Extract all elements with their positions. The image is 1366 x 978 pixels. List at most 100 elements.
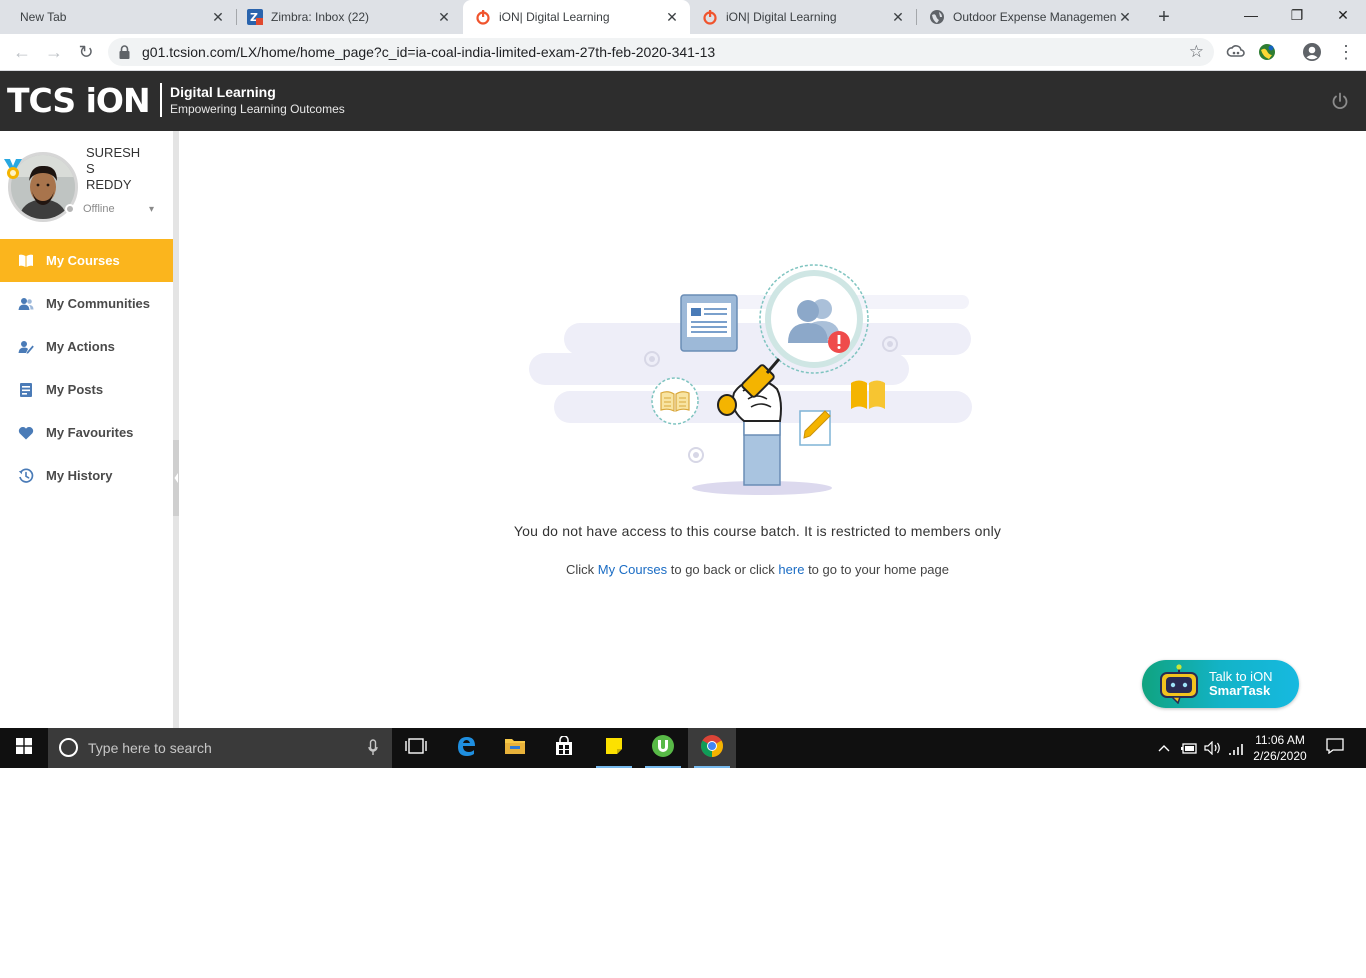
window-maximize-button[interactable]: ❐ [1274,0,1320,30]
navigation-hint: Click My Courses to go back or click her… [179,562,1336,577]
tab-title: Outdoor Expense Managemen [953,10,1117,24]
user-name-line: SURESH [86,145,141,160]
book-icon [18,253,34,269]
tcs-ion-logo[interactable]: TCS iON [7,81,151,121]
browser-tab-strip: New Tab ✕ Z Zimbra: Inbox (22) ✕ iON| Di… [0,0,1366,34]
taskbar-clock[interactable]: 11:06 AM 2/26/2020 [1248,732,1312,764]
restricted-message: You do not have access to this course ba… [513,523,1002,539]
clock-time: 11:06 AM [1255,733,1305,747]
home-page-link[interactable]: here [778,562,804,577]
power-logout-icon[interactable] [1330,91,1350,111]
presence-status-dot [65,204,75,214]
hint-text: to go back or click [667,562,779,577]
status-dropdown-icon[interactable]: ▾ [149,204,154,215]
user-name-line: REDDY [86,177,132,192]
chatbot-label-line1: Talk to iON [1209,669,1273,684]
address-bar[interactable]: g01.tcsion.com/LX/home/home_page?c_id=ia… [108,38,1214,66]
ion-power-icon [702,9,718,25]
sidebar-item-my-favourites[interactable]: My Favourites [0,411,173,454]
window-close-button[interactable]: ✕ [1320,0,1366,30]
zimbra-icon: Z [247,9,263,25]
chatbot-label-line2: SmarTask [1209,683,1271,698]
taskbar-utorrent[interactable] [639,728,687,768]
window-minimize-button[interactable]: — [1228,0,1274,30]
tab-close-icon[interactable]: ✕ [1117,9,1133,25]
taskbar-chrome[interactable] [688,728,736,768]
sidebar-item-my-communities[interactable]: My Communities [0,282,173,325]
globe-icon [929,9,945,25]
profile-avatar-icon[interactable] [1302,42,1322,62]
posts-icon [18,382,34,398]
tab-close-icon[interactable]: ✕ [890,9,906,25]
sticky-notes-icon [604,736,624,761]
utorrent-icon [651,734,675,763]
volume-icon[interactable] [1202,728,1224,768]
sidebar-item-label: My Posts [46,382,104,397]
user-status[interactable]: Offline [83,203,115,215]
taskbar-sticky-notes[interactable] [590,728,638,768]
my-courses-link[interactable]: My Courses [598,562,667,577]
forward-button[interactable]: → [42,40,66,64]
user-name-line: S [86,161,95,176]
heart-icon [18,425,34,441]
sidebar-item-my-history[interactable]: My History [0,454,173,497]
browser-toolbar: ← → ↻ g01.tcsion.com/LX/home/home_page?c… [0,34,1366,71]
reload-button[interactable]: ↻ [74,40,98,64]
bookmark-star-icon[interactable]: ☆ [1189,41,1204,63]
brand-subtitle: Empowering Learning Outcomes [170,102,345,116]
sidebar-item-my-posts[interactable]: My Posts [0,368,173,411]
folder-icon [504,737,526,760]
search-placeholder: Type here to search [88,740,212,756]
browser-tab[interactable]: New Tab ✕ [0,0,236,34]
people-icon [18,296,34,312]
user-name: SURESH S REDDY [86,145,166,193]
sidebar-item-label: My Actions [46,339,115,354]
chrome-menu-icon[interactable]: ⋮ [1334,40,1358,64]
windows-logo-icon [16,737,32,759]
start-button[interactable] [0,728,48,768]
notification-icon [1326,737,1344,759]
battery-icon[interactable] [1178,728,1200,768]
taskbar-search-box[interactable]: Type here to search [48,728,392,768]
tab-title: iON| Digital Learning [726,10,837,24]
microphone-icon[interactable] [368,739,378,757]
logo-divider [160,83,162,117]
action-center-button[interactable] [1320,728,1350,768]
actions-icon [18,339,34,355]
sidebar-item-label: My Courses [46,253,120,268]
ion-power-icon [475,9,491,25]
browser-tab[interactable]: iON| Digital Learning ✕ [690,0,916,34]
tab-close-icon[interactable]: ✕ [436,9,452,25]
sidebar-item-my-actions[interactable]: My Actions [0,325,173,368]
brand-title: Digital Learning [170,84,276,100]
sidebar-item-my-courses[interactable]: My Courses [0,239,173,282]
url-text[interactable]: g01.tcsion.com/LX/home/home_page?c_id=ia… [142,38,715,66]
new-tab-button[interactable]: + [1152,6,1176,28]
main-content: You do not have access to this course ba… [179,131,1366,728]
chrome-icon [700,734,724,763]
browser-tab[interactable]: Outdoor Expense Managemen ✕ [917,0,1143,34]
browser-tab-active[interactable]: iON| Digital Learning ✕ [463,0,690,34]
browser-tab[interactable]: Z Zimbra: Inbox (22) ✕ [237,0,462,34]
taskbar-edge[interactable] [442,728,490,768]
edge-icon [455,735,477,762]
taskbar-store[interactable] [540,728,588,768]
restricted-access-illustration [529,261,974,501]
tab-close-icon[interactable]: ✕ [664,9,680,25]
smartask-chat-button[interactable]: Talk to iON SmarTask [1142,660,1299,708]
task-view-button[interactable] [392,728,440,768]
back-button[interactable]: ← [10,40,34,64]
cortana-icon [59,738,78,757]
network-icon[interactable] [1226,728,1248,768]
lock-icon[interactable] [119,45,130,64]
screen: New Tab ✕ Z Zimbra: Inbox (22) ✕ iON| Di… [0,0,1366,978]
history-icon [18,467,34,484]
robot-icon [1158,664,1200,705]
extension-globe-icon[interactable] [1257,42,1277,62]
tab-close-icon[interactable]: ✕ [210,9,226,25]
extension-cloud-icon[interactable] [1226,42,1246,62]
show-hidden-icons-button[interactable] [1154,728,1174,768]
tab-title: iON| Digital Learning [499,10,610,24]
taskbar-file-explorer[interactable] [491,728,539,768]
windows-taskbar: Type here to search 11:06 AM 2/26/2020 [0,728,1366,768]
